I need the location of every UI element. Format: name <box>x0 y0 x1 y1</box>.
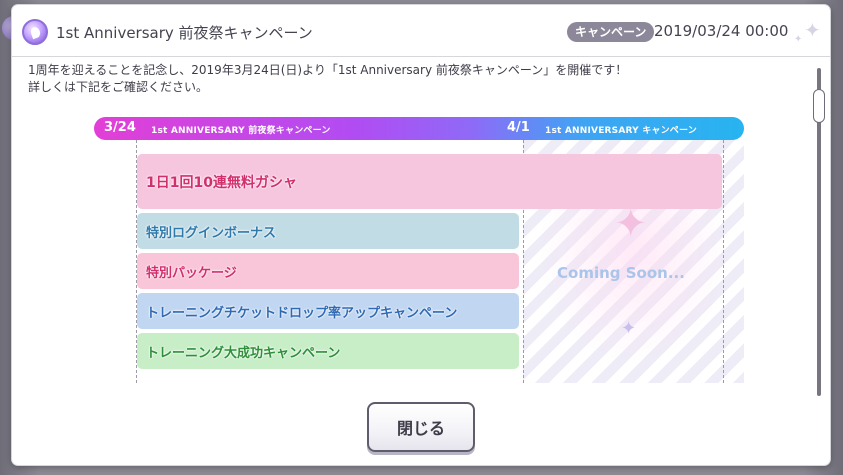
campaign-badge: キャンペーン <box>567 22 655 42</box>
scrollbar-thumb[interactable] <box>813 89 825 123</box>
coming-soon-sparkle-icon: ✦ <box>614 201 648 247</box>
dialog-header: 1st Anniversary 前夜祭キャンペーン キャンペーン 2019/03… <box>12 5 830 57</box>
campaign-icon <box>22 19 48 45</box>
sparkle-small-icon: ✦ <box>794 34 803 45</box>
coming-soon-text: Coming Soon... <box>557 264 685 282</box>
intro-text: 1周年を迎えることを記念し、2019年3月24日(日)より「1st Annive… <box>28 62 798 96</box>
campaign-row-training-success: トレーニング大成功キャンペーン <box>137 333 519 369</box>
intro-line-2: 詳しくは下記をご確認ください。 <box>28 80 209 94</box>
campaign-row-training-ticket: トレーニングチケットドロップ率アップキャンペーン <box>137 293 519 329</box>
timeline-second-date: 4/1 <box>507 120 530 135</box>
coming-soon-small-sparkle-icon: ✦ <box>621 318 637 339</box>
sparkle-icon: ✦ <box>804 18 821 42</box>
campaign-timeline: ✦ ✦ Coming Soon... 3/24 1st ANNIVERSARY … <box>94 117 744 383</box>
campaign-label: 特別パッケージ <box>146 265 237 281</box>
intro-line-1: 1周年を迎えることを記念し、2019年3月24日(日)より「1st Annive… <box>28 63 628 77</box>
campaign-dialog: 1st Anniversary 前夜祭キャンペーン キャンペーン 2019/03… <box>12 5 830 465</box>
campaign-label: 特別ログインボーナス <box>146 225 277 241</box>
timeline-bar: 3/24 1st ANNIVERSARY 前夜祭キャンペーン 4/1 1st A… <box>94 117 744 140</box>
campaign-label: トレーニングチケットドロップ率アップキャンペーン <box>146 305 458 321</box>
campaign-label: 1日1回10連無料ガシャ <box>146 174 297 191</box>
campaign-label: トレーニング大成功キャンペーン <box>146 345 341 361</box>
campaign-row-package: 特別パッケージ <box>137 253 519 289</box>
dialog-title: 1st Anniversary 前夜祭キャンペーン <box>56 24 313 42</box>
timeline-start-label: 1st ANNIVERSARY 前夜祭キャンペーン <box>151 126 331 136</box>
campaign-row-gacha: 1日1回10連無料ガシャ <box>137 154 722 209</box>
timeline-divider <box>723 140 724 383</box>
timeline-second-label: 1st ANNIVERSARY キャンペーン <box>545 126 697 136</box>
timeline-start-date: 3/24 <box>104 120 136 135</box>
close-button[interactable]: 閉じる <box>367 402 475 452</box>
campaign-row-login-bonus: 特別ログインボーナス <box>137 213 519 249</box>
campaign-date: 2019/03/24 00:00 <box>654 22 789 40</box>
